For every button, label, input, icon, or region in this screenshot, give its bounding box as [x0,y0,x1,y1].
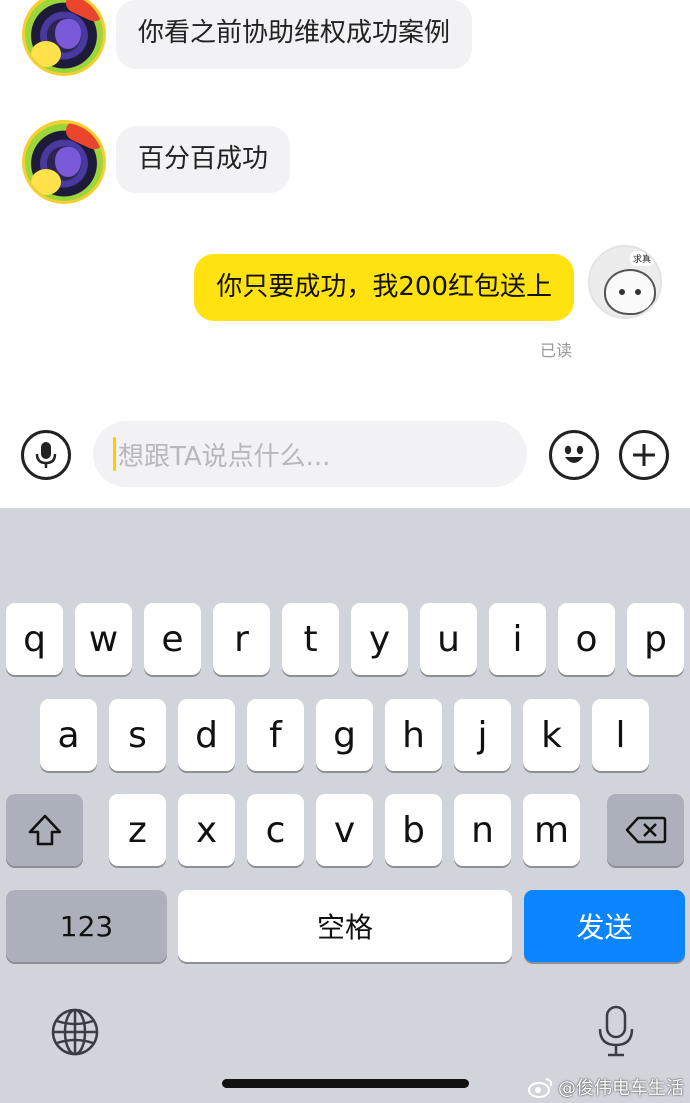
input-bar: 想跟TA说点什么... [0,408,690,508]
home-indicator[interactable] [222,1079,469,1088]
key-b[interactable]: b [385,794,442,866]
key-w[interactable]: w [75,603,132,675]
send-key[interactable]: 发送 [524,890,685,962]
key-x[interactable]: x [178,794,235,866]
shift-arrow-icon [28,814,61,846]
message-row: 你看之前协助维权成功案例 [22,0,473,76]
message-input-placeholder: 想跟TA说点什么... [118,441,331,472]
key-n[interactable]: n [454,794,511,866]
key-m[interactable]: m [523,794,580,866]
outgoing-message-bubble[interactable]: 你只要成功，我200红包送上 [194,254,574,322]
on-screen-keyboard: q w e r t y u i o p a s d f g h j k l z … [0,508,690,1103]
smiley-face-icon [564,445,584,463]
key-s[interactable]: s [109,699,166,771]
key-p[interactable]: p [627,603,684,675]
plus-icon [633,444,655,466]
key-o[interactable]: o [558,603,615,675]
more-options-button[interactable] [619,430,669,480]
key-q[interactable]: q [6,603,63,675]
globe-icon [51,1008,99,1056]
key-j[interactable]: j [454,699,511,771]
key-r[interactable]: r [213,603,270,675]
text-caret [113,437,116,471]
my-avatar[interactable]: 求真 [588,245,662,319]
microphone-icon [598,1005,634,1057]
message-row: 求真 你只要成功，我200红包送上 [194,245,662,322]
microphone-icon [35,442,57,468]
message-input[interactable]: 想跟TA说点什么... [93,421,527,487]
message-row: 百分百成功 [22,120,291,204]
key-u[interactable]: u [420,603,477,675]
emoji-button[interactable] [549,430,599,480]
dictation-button[interactable] [596,1005,636,1059]
avatar-tag: 求真 [629,251,654,266]
key-t[interactable]: t [282,603,339,675]
incoming-message-bubble[interactable]: 你看之前协助维权成功案例 [116,0,473,70]
contact-avatar[interactable] [22,0,106,76]
watermark-text: @俊伟电车生活 [558,1078,684,1099]
key-l[interactable]: l [592,699,649,771]
contact-avatar[interactable] [22,120,106,204]
voice-button[interactable] [21,430,71,480]
key-a[interactable]: a [40,699,97,771]
key-c[interactable]: c [247,794,304,866]
space-key[interactable]: 空格 [178,890,512,962]
key-i[interactable]: i [489,603,546,675]
key-h[interactable]: h [385,699,442,771]
incoming-message-bubble[interactable]: 百分百成功 [116,126,291,194]
key-y[interactable]: y [351,603,408,675]
numbers-key[interactable]: 123 [6,890,167,962]
key-z[interactable]: z [109,794,166,866]
read-status: 已读 [540,341,573,360]
backspace-key[interactable] [607,794,684,866]
shift-key[interactable] [6,794,83,866]
key-e[interactable]: e [144,603,201,675]
globe-button[interactable] [50,1007,100,1057]
key-g[interactable]: g [316,699,373,771]
key-v[interactable]: v [316,794,373,866]
chat-area: 你看之前协助维权成功案例 百分百成功 求真 你只要成功，我200红包送上 已读 [0,0,690,408]
weibo-logo-icon [528,1078,553,1098]
key-f[interactable]: f [247,699,304,771]
key-k[interactable]: k [523,699,580,771]
key-d[interactable]: d [178,699,235,771]
watermark: @俊伟电车生活 [528,1074,684,1100]
backspace-icon [625,816,666,844]
